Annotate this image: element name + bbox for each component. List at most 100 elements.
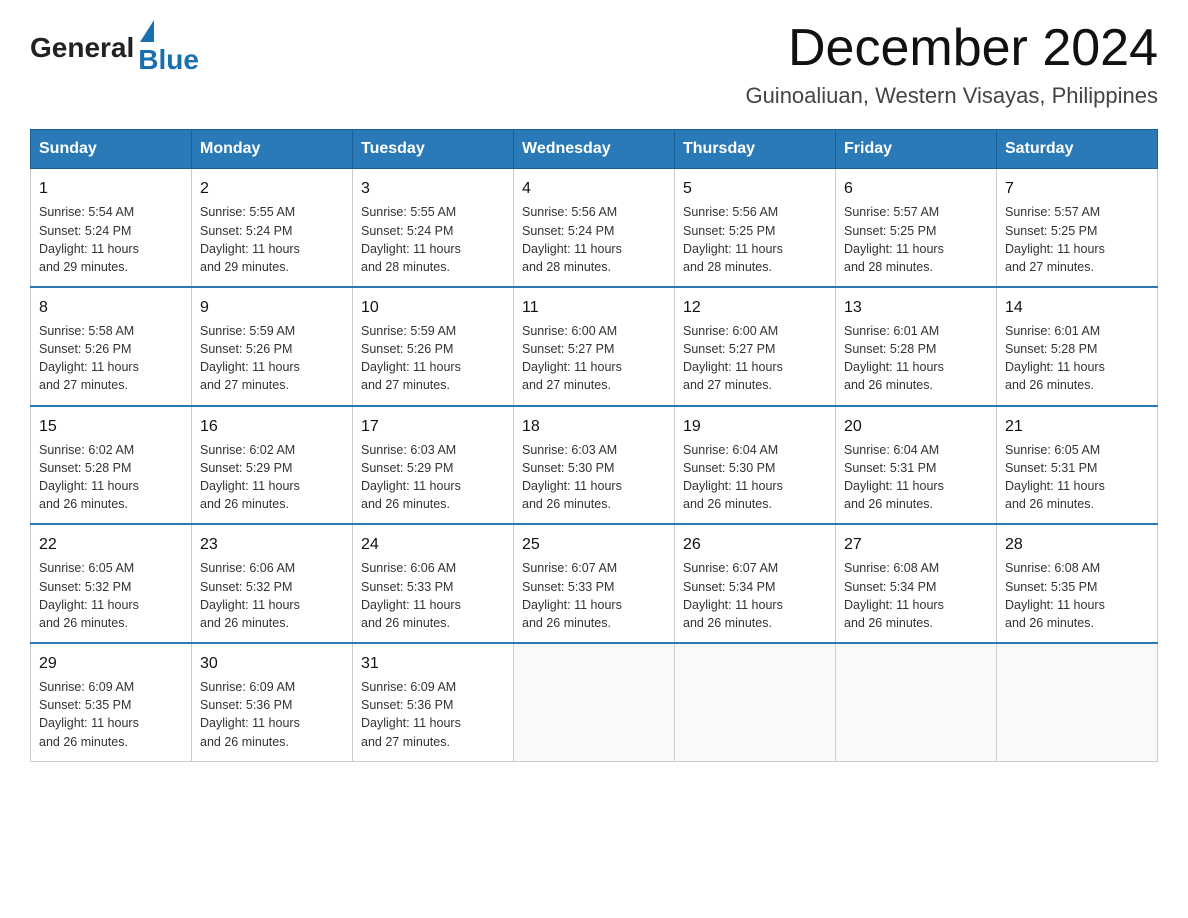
day-number: 28 [1005, 533, 1149, 556]
calendar-cell: 20 Sunrise: 6:04 AMSunset: 5:31 PMDaylig… [836, 406, 997, 525]
day-info: Sunrise: 6:06 AMSunset: 5:33 PMDaylight:… [361, 559, 505, 632]
day-number: 24 [361, 533, 505, 556]
day-info: Sunrise: 6:05 AMSunset: 5:32 PMDaylight:… [39, 559, 183, 632]
day-number: 14 [1005, 296, 1149, 319]
calendar-cell: 2 Sunrise: 5:55 AMSunset: 5:24 PMDayligh… [192, 169, 353, 287]
calendar-cell: 5 Sunrise: 5:56 AMSunset: 5:25 PMDayligh… [675, 169, 836, 287]
day-info: Sunrise: 6:09 AMSunset: 5:36 PMDaylight:… [361, 678, 505, 751]
day-info: Sunrise: 5:58 AMSunset: 5:26 PMDaylight:… [39, 322, 183, 395]
day-number: 19 [683, 415, 827, 438]
day-info: Sunrise: 6:06 AMSunset: 5:32 PMDaylight:… [200, 559, 344, 632]
weekday-header-saturday: Saturday [997, 130, 1158, 169]
day-number: 27 [844, 533, 988, 556]
day-number: 30 [200, 652, 344, 675]
calendar-cell [836, 643, 997, 761]
day-number: 7 [1005, 177, 1149, 200]
weekday-header-friday: Friday [836, 130, 997, 169]
day-number: 18 [522, 415, 666, 438]
day-number: 10 [361, 296, 505, 319]
calendar-cell: 26 Sunrise: 6:07 AMSunset: 5:34 PMDaylig… [675, 524, 836, 643]
day-info: Sunrise: 6:01 AMSunset: 5:28 PMDaylight:… [1005, 322, 1149, 395]
day-number: 20 [844, 415, 988, 438]
calendar-week-row-5: 29 Sunrise: 6:09 AMSunset: 5:35 PMDaylig… [31, 643, 1158, 761]
day-number: 9 [200, 296, 344, 319]
calendar-cell: 23 Sunrise: 6:06 AMSunset: 5:32 PMDaylig… [192, 524, 353, 643]
day-number: 15 [39, 415, 183, 438]
day-number: 25 [522, 533, 666, 556]
day-number: 12 [683, 296, 827, 319]
day-info: Sunrise: 6:08 AMSunset: 5:35 PMDaylight:… [1005, 559, 1149, 632]
calendar-cell: 21 Sunrise: 6:05 AMSunset: 5:31 PMDaylig… [997, 406, 1158, 525]
calendar-cell [675, 643, 836, 761]
day-info: Sunrise: 6:09 AMSunset: 5:36 PMDaylight:… [200, 678, 344, 751]
calendar-cell: 24 Sunrise: 6:06 AMSunset: 5:33 PMDaylig… [353, 524, 514, 643]
day-info: Sunrise: 6:00 AMSunset: 5:27 PMDaylight:… [522, 322, 666, 395]
weekday-header-sunday: Sunday [31, 130, 192, 169]
day-number: 26 [683, 533, 827, 556]
day-number: 11 [522, 296, 666, 319]
calendar-cell: 22 Sunrise: 6:05 AMSunset: 5:32 PMDaylig… [31, 524, 192, 643]
day-number: 21 [1005, 415, 1149, 438]
weekday-header-row: SundayMondayTuesdayWednesdayThursdayFrid… [31, 130, 1158, 169]
calendar-cell: 30 Sunrise: 6:09 AMSunset: 5:36 PMDaylig… [192, 643, 353, 761]
day-info: Sunrise: 6:07 AMSunset: 5:33 PMDaylight:… [522, 559, 666, 632]
calendar-table: SundayMondayTuesdayWednesdayThursdayFrid… [30, 129, 1158, 761]
calendar-cell: 29 Sunrise: 6:09 AMSunset: 5:35 PMDaylig… [31, 643, 192, 761]
day-info: Sunrise: 6:07 AMSunset: 5:34 PMDaylight:… [683, 559, 827, 632]
day-info: Sunrise: 5:57 AMSunset: 5:25 PMDaylight:… [844, 203, 988, 276]
calendar-cell: 11 Sunrise: 6:00 AMSunset: 5:27 PMDaylig… [514, 287, 675, 406]
weekday-header-thursday: Thursday [675, 130, 836, 169]
day-number: 5 [683, 177, 827, 200]
day-info: Sunrise: 5:57 AMSunset: 5:25 PMDaylight:… [1005, 203, 1149, 276]
day-info: Sunrise: 6:02 AMSunset: 5:28 PMDaylight:… [39, 441, 183, 514]
calendar-cell: 31 Sunrise: 6:09 AMSunset: 5:36 PMDaylig… [353, 643, 514, 761]
day-number: 4 [522, 177, 666, 200]
calendar-week-row-2: 8 Sunrise: 5:58 AMSunset: 5:26 PMDayligh… [31, 287, 1158, 406]
logo: General Blue [30, 20, 199, 76]
day-info: Sunrise: 6:00 AMSunset: 5:27 PMDaylight:… [683, 322, 827, 395]
day-info: Sunrise: 5:55 AMSunset: 5:24 PMDaylight:… [200, 203, 344, 276]
calendar-cell: 19 Sunrise: 6:04 AMSunset: 5:30 PMDaylig… [675, 406, 836, 525]
weekday-header-tuesday: Tuesday [353, 130, 514, 169]
day-number: 6 [844, 177, 988, 200]
day-info: Sunrise: 6:05 AMSunset: 5:31 PMDaylight:… [1005, 441, 1149, 514]
day-number: 1 [39, 177, 183, 200]
weekday-header-monday: Monday [192, 130, 353, 169]
day-info: Sunrise: 5:56 AMSunset: 5:24 PMDaylight:… [522, 203, 666, 276]
calendar-cell [997, 643, 1158, 761]
calendar-week-row-1: 1 Sunrise: 5:54 AMSunset: 5:24 PMDayligh… [31, 169, 1158, 287]
day-info: Sunrise: 5:54 AMSunset: 5:24 PMDaylight:… [39, 203, 183, 276]
weekday-header-wednesday: Wednesday [514, 130, 675, 169]
page-header: General Blue December 2024 Guinoaliuan, … [30, 20, 1158, 109]
day-info: Sunrise: 6:04 AMSunset: 5:31 PMDaylight:… [844, 441, 988, 514]
day-info: Sunrise: 6:03 AMSunset: 5:30 PMDaylight:… [522, 441, 666, 514]
logo-general-text: General [30, 32, 134, 64]
day-number: 2 [200, 177, 344, 200]
day-number: 23 [200, 533, 344, 556]
calendar-cell: 18 Sunrise: 6:03 AMSunset: 5:30 PMDaylig… [514, 406, 675, 525]
calendar-cell: 3 Sunrise: 5:55 AMSunset: 5:24 PMDayligh… [353, 169, 514, 287]
day-info: Sunrise: 6:04 AMSunset: 5:30 PMDaylight:… [683, 441, 827, 514]
calendar-cell: 10 Sunrise: 5:59 AMSunset: 5:26 PMDaylig… [353, 287, 514, 406]
calendar-cell: 7 Sunrise: 5:57 AMSunset: 5:25 PMDayligh… [997, 169, 1158, 287]
logo-blue-text: Blue [138, 44, 199, 76]
day-info: Sunrise: 6:08 AMSunset: 5:34 PMDaylight:… [844, 559, 988, 632]
day-number: 17 [361, 415, 505, 438]
calendar-cell: 25 Sunrise: 6:07 AMSunset: 5:33 PMDaylig… [514, 524, 675, 643]
logo-triangle-icon [140, 20, 154, 42]
day-number: 29 [39, 652, 183, 675]
calendar-cell: 12 Sunrise: 6:00 AMSunset: 5:27 PMDaylig… [675, 287, 836, 406]
calendar-cell: 27 Sunrise: 6:08 AMSunset: 5:34 PMDaylig… [836, 524, 997, 643]
day-info: Sunrise: 6:09 AMSunset: 5:35 PMDaylight:… [39, 678, 183, 751]
calendar-cell: 1 Sunrise: 5:54 AMSunset: 5:24 PMDayligh… [31, 169, 192, 287]
month-title: December 2024 [745, 20, 1158, 77]
calendar-cell: 28 Sunrise: 6:08 AMSunset: 5:35 PMDaylig… [997, 524, 1158, 643]
calendar-cell [514, 643, 675, 761]
calendar-cell: 6 Sunrise: 5:57 AMSunset: 5:25 PMDayligh… [836, 169, 997, 287]
day-info: Sunrise: 6:03 AMSunset: 5:29 PMDaylight:… [361, 441, 505, 514]
day-number: 22 [39, 533, 183, 556]
day-number: 16 [200, 415, 344, 438]
calendar-cell: 14 Sunrise: 6:01 AMSunset: 5:28 PMDaylig… [997, 287, 1158, 406]
calendar-cell: 9 Sunrise: 5:59 AMSunset: 5:26 PMDayligh… [192, 287, 353, 406]
day-number: 8 [39, 296, 183, 319]
